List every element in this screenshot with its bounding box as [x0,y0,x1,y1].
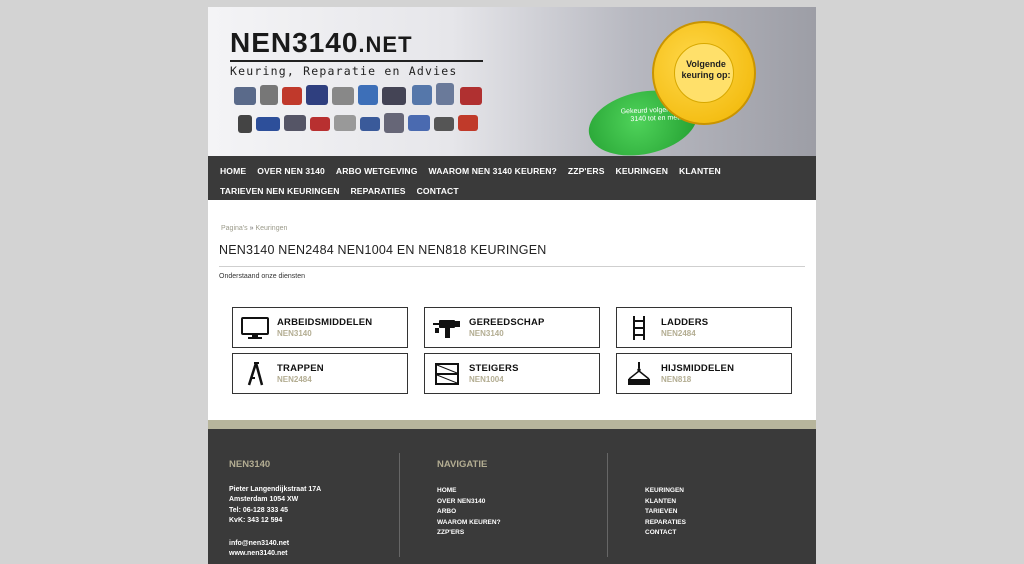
service-ladders[interactable]: LADDERS NEN2484 [616,307,792,348]
tools-image [230,83,490,141]
nav-over-nen3140[interactable]: OVER NEN 3140 [257,166,325,176]
footer-heading-company: NEN3140 [229,459,271,470]
scaffold-icon [435,363,459,385]
service-standard: NEN2484 [277,375,312,384]
footer-accent-band [208,420,816,429]
title-divider [219,266,805,267]
stepladder-icon [247,362,264,386]
nav-waarom-keuren[interactable]: WAAROM NEN 3140 KEUREN? [429,166,557,176]
footer-kvk: KvK: 343 12 594 [229,516,283,524]
breadcrumb-current[interactable]: Keuringen [255,225,287,232]
footer-divider [607,453,608,557]
footer-website-link[interactable]: www.nen3140.net [229,549,289,559]
footer-phone: Tel: 06-128 333 45 [229,506,289,514]
service-title: STEIGERS [469,363,519,374]
footer-nav-list-2: KEURINGEN KLANTEN TARIEVEN REPARATIES CO… [645,486,686,539]
service-title: GEREEDSCHAP [469,317,545,328]
site-logo[interactable]: NEN3140.NET Keuring, Reparatie en Advies [230,29,483,78]
header-banner: NEN3140.NET Keuring, Reparatie en Advies [208,7,816,156]
nav-zzpers[interactable]: ZZP'ERS [568,166,605,176]
service-standard: NEN3140 [469,329,504,338]
footer-link-waarom[interactable]: WAAROM KEUREN? [437,518,501,529]
logo-subtitle: Keuring, Reparatie en Advies [230,64,458,78]
ladder-icon [633,316,645,340]
footer-link-arbo[interactable]: ARBO [437,507,501,518]
footer-contact: info@nen3140.net www.nen3140.net [229,539,289,560]
footer-link-klanten[interactable]: KLANTEN [645,497,686,508]
footer-link-contact[interactable]: CONTACT [645,528,686,539]
yellow-sticker: Volgende keuring op: [652,21,756,125]
footer-divider [399,453,400,557]
monitor-icon [241,317,269,339]
footer-link-tarieven[interactable]: TARIEVEN [645,507,686,518]
footer-link-home[interactable]: HOME [437,486,501,497]
footer-link-zzpers[interactable]: ZZP'ERS [437,528,501,539]
footer-link-over[interactable]: OVER NEN3140 [437,497,501,508]
footer-nav-list: HOME OVER NEN3140 ARBO WAAROM KEUREN? ZZ… [437,486,501,539]
service-hijsmiddelen[interactable]: HIJSMIDDELEN NEN818 [616,353,792,394]
breadcrumb-parent[interactable]: Pagina's [221,225,248,232]
page-title: NEN3140 NEN2484 NEN1004 EN NEN818 KEURIN… [219,243,547,257]
service-arbeidsmiddelen[interactable]: ARBEIDSMIDDELEN NEN3140 [232,307,408,348]
nav-keuringen[interactable]: KEURINGEN [616,166,668,176]
nav-klanten[interactable]: KLANTEN [679,166,721,176]
logo-text: NEN3140.NET [230,27,413,58]
service-gereedschap[interactable]: GEREEDSCHAP NEN3140 [424,307,600,348]
service-title: TRAPPEN [277,363,324,374]
breadcrumb: Pagina's » Keuringen [221,225,287,232]
service-standard: NEN1004 [469,375,504,384]
footer-address-street: Pieter Langendijkstraat 17A [229,486,322,493]
footer-link-keuringen[interactable]: KEURINGEN [645,486,686,497]
footer-address-city: Amsterdam 1054 XW [229,496,299,504]
nav-row-1: HOME OVER NEN 3140 ARBO WETGEVING WAAROM… [220,161,804,181]
service-title: ARBEIDSMIDDELEN [277,317,373,328]
nav-contact[interactable]: CONTACT [417,186,459,196]
hoist-icon [628,362,650,385]
page-container: NEN3140.NET Keuring, Reparatie en Advies [208,7,816,564]
nav-reparaties[interactable]: REPARATIES [351,186,406,196]
drill-icon [433,320,460,338]
main-navigation: HOME OVER NEN 3140 ARBO WETGEVING WAAROM… [208,156,816,200]
service-trappen[interactable]: TRAPPEN NEN2484 [232,353,408,394]
service-standard: NEN2484 [661,329,696,338]
service-standard: NEN818 [661,375,692,384]
nav-arbo-wetgeving[interactable]: ARBO WETGEVING [336,166,418,176]
footer: NEN3140 Pieter Langendijkstraat 17A Amst… [208,429,816,564]
service-title: HIJSMIDDELEN [661,363,735,374]
footer-address: Pieter Langendijkstraat 17A Amsterdam 10… [229,485,321,526]
intro-text: Onderstaand onze diensten [219,273,306,280]
nav-home[interactable]: HOME [220,166,246,176]
service-title: LADDERS [661,317,709,328]
footer-link-reparaties[interactable]: REPARATIES [645,518,686,529]
logo-rule [230,60,483,62]
nav-row-2: TARIEVEN NEN KEURINGEN REPARATIES CONTAC… [220,181,804,201]
service-standard: NEN3140 [277,329,312,338]
nav-tarieven[interactable]: TARIEVEN NEN KEURINGEN [220,186,340,196]
footer-heading-navigatie: NAVIGATIE [437,459,488,470]
service-steigers[interactable]: STEIGERS NEN1004 [424,353,600,394]
breadcrumb-separator: » [249,225,254,232]
footer-email-link[interactable]: info@nen3140.net [229,539,289,549]
